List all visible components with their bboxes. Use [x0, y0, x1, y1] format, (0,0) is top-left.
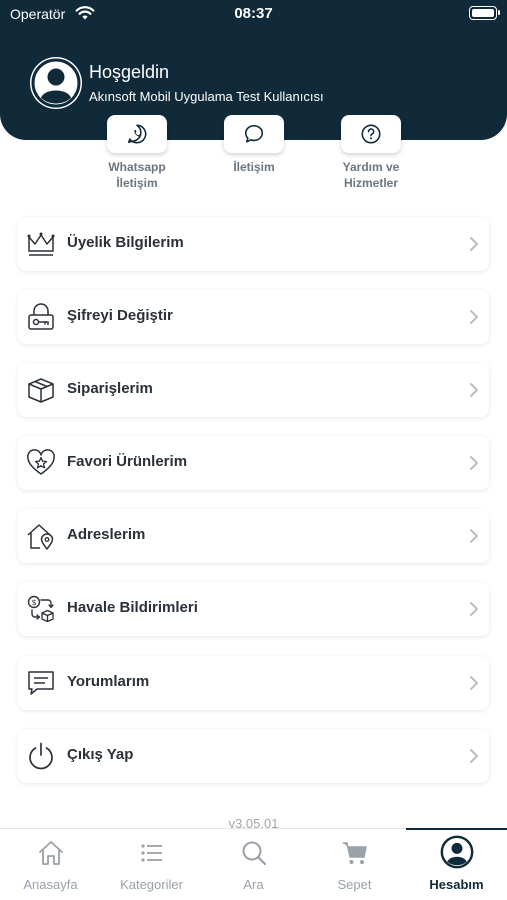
menu-item-label: Çıkış Yap — [67, 746, 134, 763]
chevron-right-icon — [470, 237, 478, 251]
chevron-right-icon — [470, 676, 478, 690]
quick-action-label: İletişim — [233, 160, 275, 174]
tab-label: Sepet — [337, 877, 372, 892]
tab-search[interactable]: Ara — [203, 829, 304, 900]
quick-action-label: Yardım ve Hizmetler — [342, 160, 400, 190]
tab-home[interactable]: Anasayfa — [0, 829, 101, 900]
status-time: 08:37 — [234, 5, 273, 22]
crown-icon — [27, 232, 55, 256]
whatsapp-button[interactable] — [107, 115, 167, 153]
chevron-right-icon — [470, 602, 478, 616]
quick-action-contact[interactable]: İletişim — [194, 115, 314, 175]
account-icon — [440, 835, 473, 869]
menu-item-membership[interactable]: Üyelik Bilgilerim — [18, 217, 489, 271]
svg-text:$: $ — [31, 598, 36, 607]
menu-item-comments[interactable]: Yorumlarım — [18, 656, 489, 710]
user-avatar-icon — [31, 58, 81, 108]
chevron-right-icon — [470, 529, 478, 543]
menu-item-label: Favori Ürünlerim — [67, 453, 188, 470]
bottom-tab-bar: Anasayfa Kategoriler Ara Sepet Hesabım — [0, 828, 507, 900]
package-box-icon — [28, 378, 54, 403]
menu-item-label: Siparişlerim — [67, 380, 153, 397]
chevron-right-icon — [470, 383, 478, 397]
whatsapp-icon — [127, 124, 147, 144]
help-icon — [361, 124, 381, 144]
menu-item-label: Üyelik Bilgilerim — [67, 234, 184, 251]
list-icon — [140, 844, 162, 862]
battery-icon — [469, 6, 500, 20]
home-icon — [38, 841, 63, 865]
menu-item-transfer-notices[interactable]: $ Havale Bildirimleri — [18, 582, 489, 636]
tab-categories[interactable]: Kategoriler — [101, 829, 202, 900]
menu-item-favorites[interactable]: Favori Ürünlerim — [18, 436, 489, 490]
quick-action-whatsapp[interactable]: Whatsapp İletişim — [77, 115, 197, 191]
tab-cart[interactable]: Sepet — [304, 829, 405, 900]
menu-item-label: Şifreyi Değiştir — [67, 307, 173, 324]
menu-item-label: Adreslerim — [67, 526, 146, 543]
lock-key-icon — [28, 303, 54, 330]
tab-label: Anasayfa — [23, 877, 78, 892]
avatar[interactable] — [30, 57, 82, 109]
quick-action-help[interactable]: Yardım ve Hizmetler — [311, 115, 431, 191]
heart-star-icon — [27, 449, 55, 475]
menu-item-label: Havale Bildirimleri — [67, 599, 198, 616]
user-name: Akınsoft Mobil Uygulama Test Kullanıcısı — [89, 89, 324, 104]
menu-item-addresses[interactable]: Adreslerim — [18, 509, 489, 563]
menu-item-logout[interactable]: Çıkış Yap — [18, 729, 489, 783]
home-location-icon — [27, 524, 54, 550]
welcome-title: Hoşgeldin — [89, 62, 170, 82]
money-transfer-icon: $ — [27, 595, 54, 623]
tab-label: Ara — [243, 877, 264, 892]
chevron-right-icon — [470, 310, 478, 324]
chat-bubble-icon — [244, 124, 264, 143]
tab-label: Kategoriler — [120, 877, 183, 892]
search-icon — [242, 841, 266, 866]
quick-action-label: Whatsapp İletişim — [108, 160, 166, 190]
help-button[interactable] — [341, 115, 401, 153]
contact-button[interactable] — [224, 115, 284, 153]
menu-item-orders[interactable]: Siparişlerim — [18, 363, 489, 417]
chevron-right-icon — [470, 456, 478, 470]
comment-icon — [28, 671, 54, 695]
tab-account[interactable]: Hesabım — [406, 829, 507, 900]
power-icon — [29, 742, 53, 770]
menu-item-change-password[interactable]: Şifreyi Değiştir — [18, 290, 489, 344]
cart-icon — [342, 842, 367, 864]
chevron-right-icon — [470, 749, 478, 763]
menu-item-label: Yorumlarım — [67, 673, 150, 690]
tab-label: Hesabım — [429, 877, 484, 892]
status-bar: Operatör 08:37 — [0, 0, 507, 30]
